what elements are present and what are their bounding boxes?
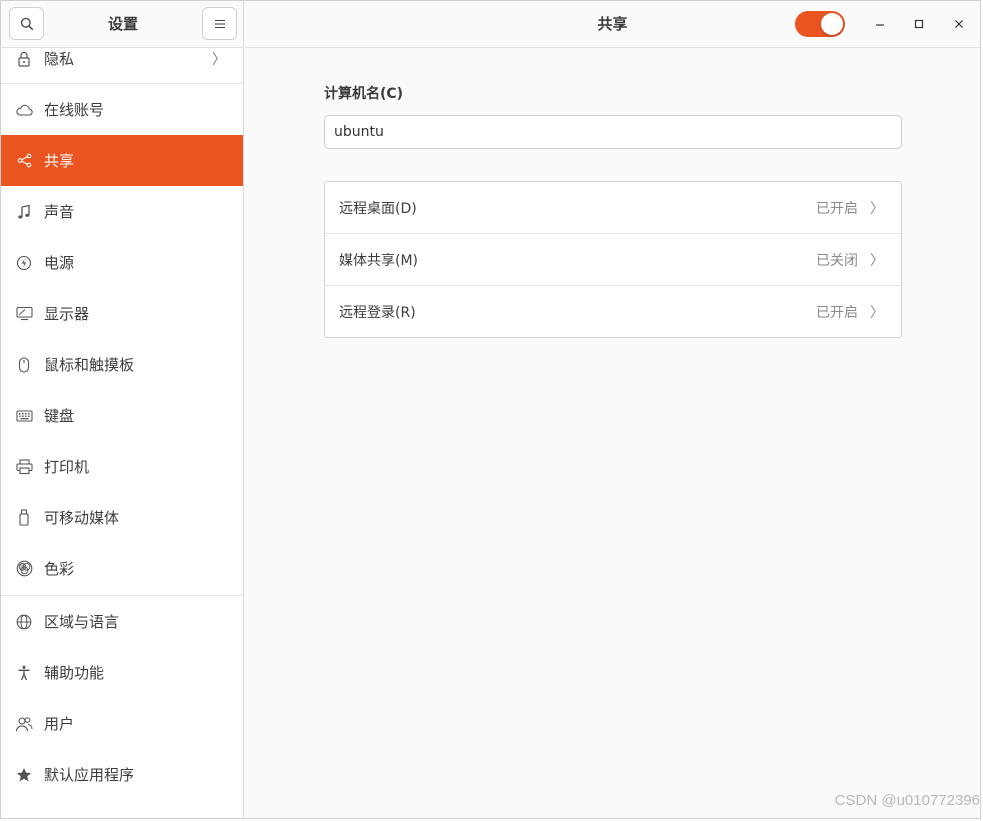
- close-icon: [955, 20, 963, 28]
- minimize-icon: [876, 24, 884, 26]
- chevron-right-icon: 〉: [870, 252, 884, 269]
- globe-icon: [15, 613, 33, 631]
- color-icon: [15, 560, 33, 578]
- sidebar-item-accessibility[interactable]: 辅助功能: [1, 647, 243, 698]
- status-text: 已开启: [816, 304, 858, 321]
- sidebar-item-keyboard[interactable]: 键盘: [1, 390, 243, 441]
- remote-login-row[interactable]: 远程登录(R) 已开启 〉: [325, 286, 901, 337]
- sidebar-item-mouse-touchpad[interactable]: 鼠标和触摸板: [1, 339, 243, 390]
- sidebar-item-label: 键盘: [44, 407, 75, 425]
- chevron-right-icon: 〉: [870, 304, 884, 321]
- sidebar-item-label: 打印机: [44, 458, 90, 476]
- watermark: CSDN @u010772396: [834, 792, 980, 809]
- cloud-icon: [15, 101, 33, 119]
- main-header: 共享: [245, 1, 980, 48]
- sidebar-item-online-accounts[interactable]: 在线账号: [1, 84, 243, 135]
- computer-name-label: 计算机名(C): [324, 86, 404, 102]
- sidebar-item-printers[interactable]: 打印机: [1, 441, 243, 492]
- sidebar-item-label: 声音: [44, 203, 75, 221]
- sidebar-item-label: 显示器: [44, 305, 90, 323]
- sidebar-item-sound[interactable]: 声音: [1, 186, 243, 237]
- sidebar-item-power[interactable]: 电源: [1, 237, 243, 288]
- sidebar-item-label: 用户: [44, 715, 75, 733]
- keyboard-icon: [15, 407, 33, 425]
- maximize-icon: [914, 19, 924, 29]
- sidebar-item-users[interactable]: 用户: [1, 698, 243, 749]
- lock-icon: [15, 50, 33, 68]
- minimize-button[interactable]: [869, 13, 891, 35]
- chevron-right-icon: 〉: [212, 51, 226, 68]
- toggle-knob: [821, 13, 843, 35]
- row-label: 远程登录(R): [339, 304, 416, 321]
- users-icon: [15, 715, 33, 733]
- sidebar-item-label: 鼠标和触摸板: [44, 356, 135, 374]
- close-button[interactable]: [948, 13, 970, 35]
- status-text: 已关闭: [816, 252, 858, 269]
- display-icon: [15, 305, 33, 323]
- sidebar-item-label: 在线账号: [44, 101, 105, 119]
- printer-icon: [15, 458, 33, 476]
- sidebar-item-label: 辅助功能: [44, 664, 105, 682]
- share-icon: [15, 152, 33, 170]
- power-icon: [15, 254, 33, 272]
- mouse-icon: [15, 356, 33, 374]
- sidebar-item-label: 区域与语言: [44, 613, 120, 631]
- sidebar-item-region-language[interactable]: 区域与语言: [1, 596, 243, 647]
- sidebar-item-label: 可移动媒体: [44, 509, 120, 527]
- sharing-toggle[interactable]: [795, 11, 845, 37]
- usb-drive-icon: [15, 509, 33, 527]
- sharing-services-list: 远程桌面(D) 已开启 〉 媒体共享(M) 已关闭 〉 远程登录(R) 已开启 …: [324, 181, 902, 338]
- sidebar-item-label: 电源: [44, 254, 75, 272]
- search-icon: [20, 17, 33, 30]
- remote-desktop-row[interactable]: 远程桌面(D) 已开启 〉: [325, 182, 901, 233]
- row-label: 媒体共享(M): [339, 252, 419, 269]
- chevron-right-icon: 〉: [870, 200, 884, 217]
- sidebar-item-label: 色彩: [44, 560, 75, 578]
- sidebar-item-label: 默认应用程序: [44, 766, 135, 784]
- maximize-button[interactable]: [908, 13, 930, 35]
- sidebar-item-removable-media[interactable]: 可移动媒体: [1, 492, 243, 543]
- sidebar-item-sharing[interactable]: 共享: [1, 135, 243, 186]
- star-icon: [15, 766, 33, 784]
- status-text: 已开启: [816, 200, 858, 217]
- accessibility-icon: [15, 664, 33, 682]
- settings-window: 设置 隐私 〉 在线账号 共享 声音 电源 显示器 鼠标和触摸板 键盘 打印机 …: [0, 0, 981, 819]
- sidebar-item-privacy[interactable]: 隐私 〉: [1, 33, 243, 84]
- computer-name-field[interactable]: [324, 115, 902, 149]
- music-note-icon: [15, 203, 33, 221]
- sidebar-item-label: 隐私: [44, 50, 75, 68]
- media-sharing-row[interactable]: 媒体共享(M) 已关闭 〉: [325, 234, 901, 285]
- sidebar-item-label: 共享: [44, 152, 75, 170]
- hamburger-menu-icon: [214, 19, 225, 28]
- sidebar-item-displays[interactable]: 显示器: [1, 288, 243, 339]
- sidebar-item-default-applications[interactable]: 默认应用程序: [1, 749, 243, 800]
- sidebar: 设置 隐私 〉 在线账号 共享 声音 电源 显示器 鼠标和触摸板 键盘 打印机 …: [1, 1, 244, 818]
- sidebar-item-color[interactable]: 色彩: [1, 543, 243, 594]
- row-label: 远程桌面(D): [339, 200, 417, 217]
